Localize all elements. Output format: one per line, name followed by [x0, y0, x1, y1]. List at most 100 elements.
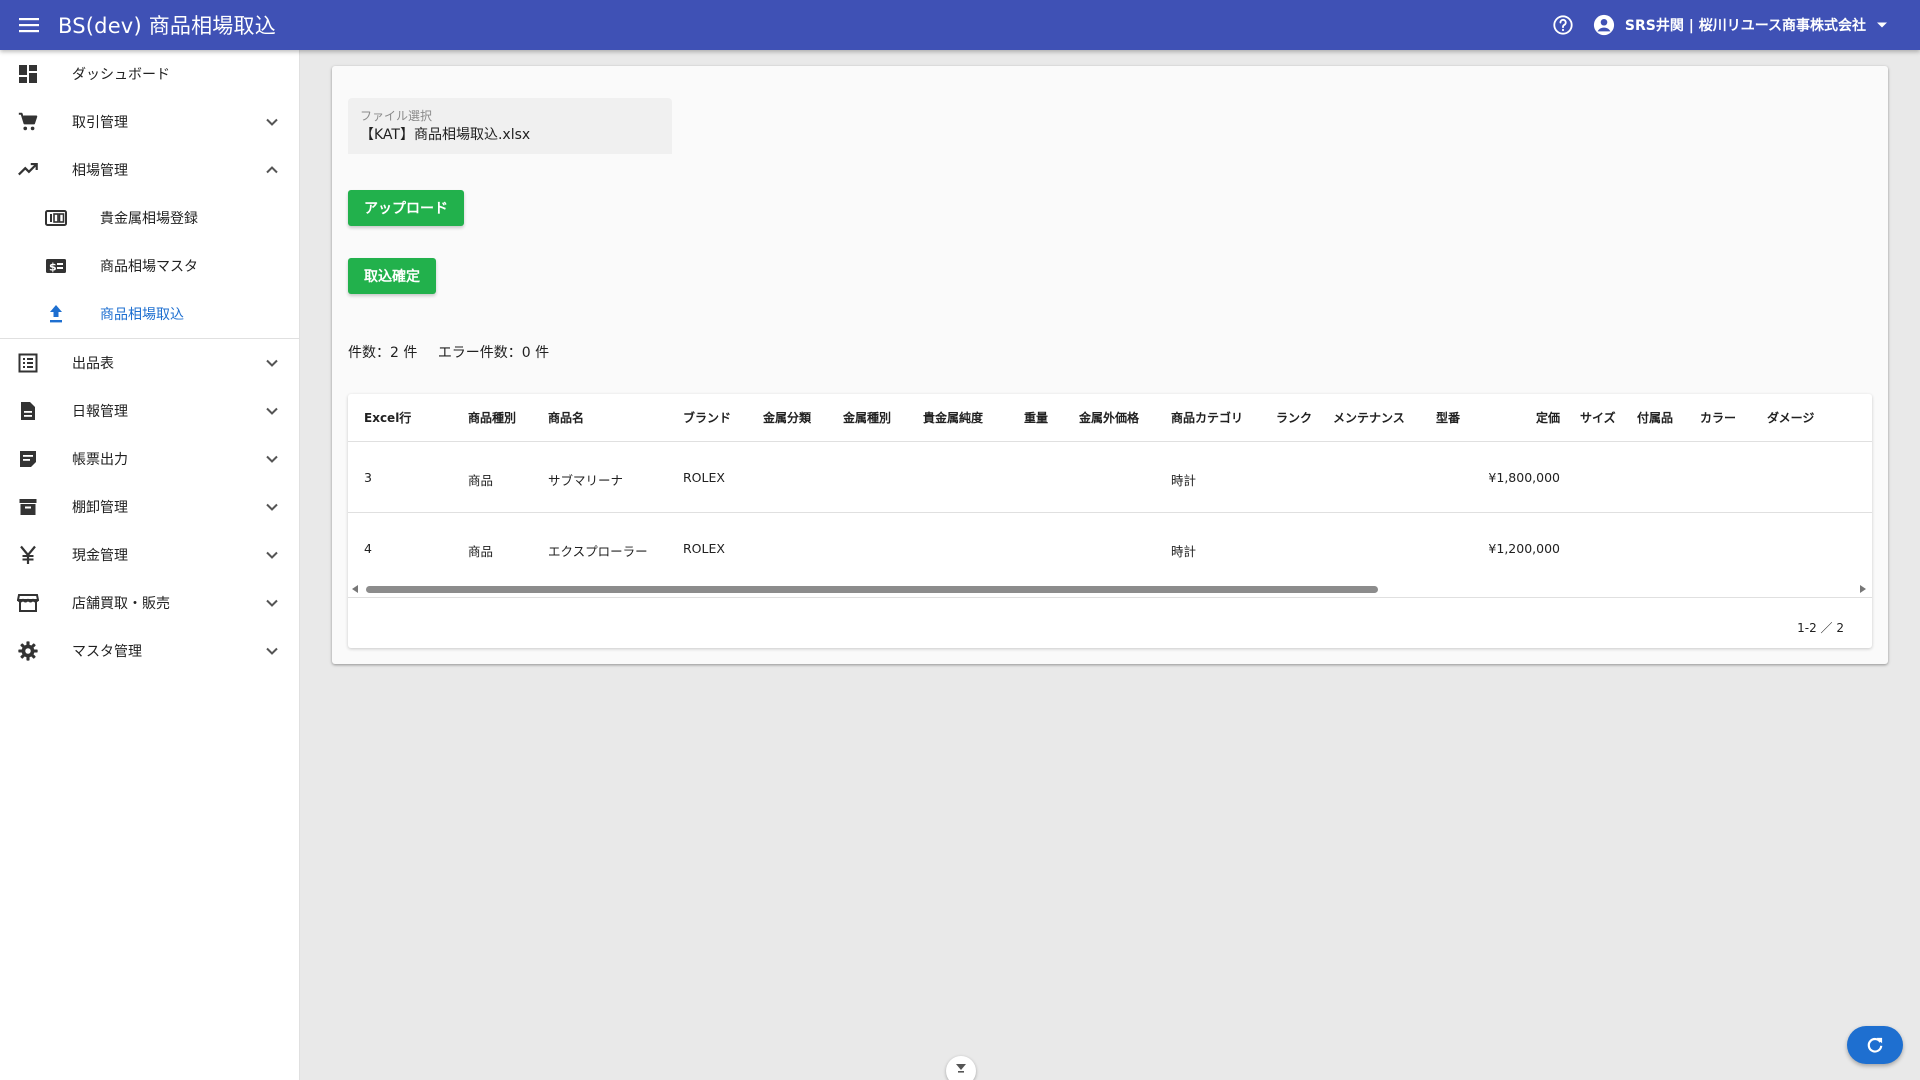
pagination-text: 1-2 ／ 2	[1797, 621, 1844, 635]
column-header: 商品名	[548, 411, 585, 425]
file-select-value: 【KAT】商品相場取込.xlsx	[360, 127, 531, 143]
trending-up-icon	[17, 159, 39, 181]
sidebar-item-inventory[interactable]: 棚卸管理	[0, 483, 299, 531]
import-table: Excel行 商品種別 商品名 ブランド 金属分類 金属種別 貴金属純度 重量 金属外価格 商品カ…	[348, 394, 1872, 648]
table-cell: 3	[364, 470, 372, 485]
help-icon	[1553, 15, 1573, 35]
refresh-button[interactable]	[1847, 1026, 1903, 1064]
table-header-row: Excel行 商品種別 商品名 ブランド 金属分類 金属種別 貴金属純度 重量 金属外価格 商品カ…	[348, 394, 1872, 442]
column-header: カラー	[1700, 411, 1737, 425]
caret-down-icon	[1877, 22, 1887, 28]
sidebar-subitem-label: 商品相場取込	[100, 307, 184, 323]
sidebar-item-label: 棚卸管理	[72, 500, 128, 516]
scroll-down-button[interactable]	[946, 1056, 976, 1080]
sidebar-item-cash[interactable]: 現金管理	[0, 531, 299, 579]
chevron-down-icon	[266, 455, 278, 463]
app-title: BS(dev) 商品相場取込	[58, 14, 276, 38]
user-menu[interactable]: SRS井関 | 桜川リユース商事株式会社	[1593, 14, 1888, 36]
counter-100-icon	[45, 207, 67, 229]
sidebar-item-label: 帳票出力	[72, 452, 128, 468]
store-icon	[17, 592, 39, 614]
dashboard-icon	[17, 63, 39, 85]
scrollbar-thumb[interactable]	[366, 586, 1378, 593]
table-cell: 商品	[468, 473, 494, 488]
table-footer-divider	[348, 597, 1872, 598]
sidebar-item-transactions[interactable]: 取引管理	[0, 98, 299, 146]
table-cell: サブマリーナ	[548, 473, 624, 488]
cart-icon	[17, 111, 39, 133]
chevron-down-icon	[266, 551, 278, 559]
scroll-left-arrow[interactable]	[352, 585, 358, 593]
sidebar-subitem-label: 貴金属相場登録	[100, 211, 198, 227]
account-icon	[1593, 14, 1614, 36]
gear-icon	[17, 640, 39, 662]
scroll-right-arrow[interactable]	[1860, 585, 1866, 593]
confirm-import-button[interactable]: 取込確定	[348, 258, 436, 294]
horizontal-scrollbar[interactable]	[348, 582, 1872, 596]
sidebar: ダッシュボード 取引管理 相場管理 貴金属相場登録 $ 商品相場マスタ 商品相場…	[0, 50, 300, 1080]
sidebar-subitem-product-rate-import[interactable]: 商品相場取込	[0, 290, 299, 338]
user-name: SRS井関 | 桜川リユース商事株式会社	[1624, 18, 1866, 34]
table-row: 3 商品 サブマリーナ ROLEX 時計 ¥1,800,000	[348, 442, 1872, 513]
column-header: 付属品	[1637, 411, 1674, 425]
sidebar-subitem-label: 商品相場マスタ	[100, 259, 198, 275]
sidebar-item-store[interactable]: 店舗買取・販売	[0, 579, 299, 627]
column-header: 定価	[1535, 411, 1560, 425]
table-cell: エクスプローラー	[548, 544, 648, 559]
refresh-icon	[1867, 1037, 1883, 1053]
table-cell: ¥1,800,000	[1488, 470, 1560, 485]
column-header: 商品種別	[468, 411, 517, 425]
chevron-down-icon	[266, 407, 278, 415]
column-header: ブランド	[683, 411, 732, 425]
table-row: 4 商品 エクスプローラー ROLEX 時計 ¥1,200,000	[348, 513, 1872, 584]
table-cell: ¥1,200,000	[1488, 541, 1560, 556]
column-header: ダメージ	[1767, 411, 1815, 425]
menu-icon	[19, 18, 39, 33]
report-icon	[17, 448, 39, 470]
yen-icon	[17, 544, 39, 566]
column-header: Excel行	[364, 411, 412, 425]
table-cell: 4	[364, 541, 372, 556]
sidebar-item-master[interactable]: マスタ管理	[0, 627, 299, 675]
record-count: 件数：2 件	[348, 345, 418, 361]
table-cell: ROLEX	[683, 541, 725, 556]
list-icon	[17, 352, 39, 374]
sidebar-item-market[interactable]: 相場管理	[0, 146, 299, 194]
document-icon	[17, 400, 39, 422]
column-header: 金属種別	[843, 411, 892, 425]
table-cell: 時計	[1171, 473, 1197, 488]
table-cell: 時計	[1171, 544, 1197, 559]
column-header: 金属外価格	[1079, 411, 1140, 425]
import-card: ファイル選択 【KAT】商品相場取込.xlsx アップロード 取込確定 件数：2…	[332, 66, 1888, 664]
sidebar-item-report-output[interactable]: 帳票出力	[0, 435, 299, 483]
chevron-up-icon	[266, 166, 278, 174]
file-select-field[interactable]: ファイル選択 【KAT】商品相場取込.xlsx	[348, 98, 672, 154]
column-header: サイズ	[1580, 411, 1616, 425]
sidebar-item-label: 相場管理	[72, 163, 128, 179]
app-bar: BS(dev) 商品相場取込 SRS井関 | 桜川リユース商事株式会社	[0, 0, 1920, 50]
archive-icon	[17, 496, 39, 518]
chevron-down-icon	[266, 118, 278, 126]
error-count: エラー件数：0 件	[437, 345, 550, 361]
sidebar-subitem-precious-metal-rate[interactable]: 貴金属相場登録	[0, 194, 299, 242]
sidebar-item-dashboard[interactable]: ダッシュボード	[0, 50, 299, 98]
chevron-down-icon	[266, 503, 278, 511]
table-cell: ROLEX	[683, 470, 725, 485]
sidebar-item-label: 店舗買取・販売	[72, 596, 170, 612]
menu-button[interactable]	[0, 0, 58, 50]
chevron-down-icon	[266, 359, 278, 367]
sidebar-item-daily-report[interactable]: 日報管理	[0, 387, 299, 435]
sidebar-item-label: 取引管理	[72, 115, 128, 131]
column-header: ランク	[1276, 411, 1313, 425]
sidebar-subitem-product-rate-master[interactable]: $ 商品相場マスタ	[0, 242, 299, 290]
column-header: 型番	[1436, 411, 1461, 425]
column-header: 重量	[1024, 411, 1049, 425]
upload-button[interactable]: アップロード	[348, 190, 464, 226]
file-select-label: ファイル選択	[360, 109, 433, 123]
table-cell: 商品	[468, 544, 494, 559]
sidebar-item-listing[interactable]: 出品表	[0, 339, 299, 387]
sidebar-item-label: 出品表	[72, 356, 114, 372]
sidebar-item-label: ダッシュボード	[72, 67, 170, 83]
help-button[interactable]	[1545, 7, 1581, 43]
count-summary: 件数：2 件 エラー件数：0 件	[348, 342, 565, 362]
